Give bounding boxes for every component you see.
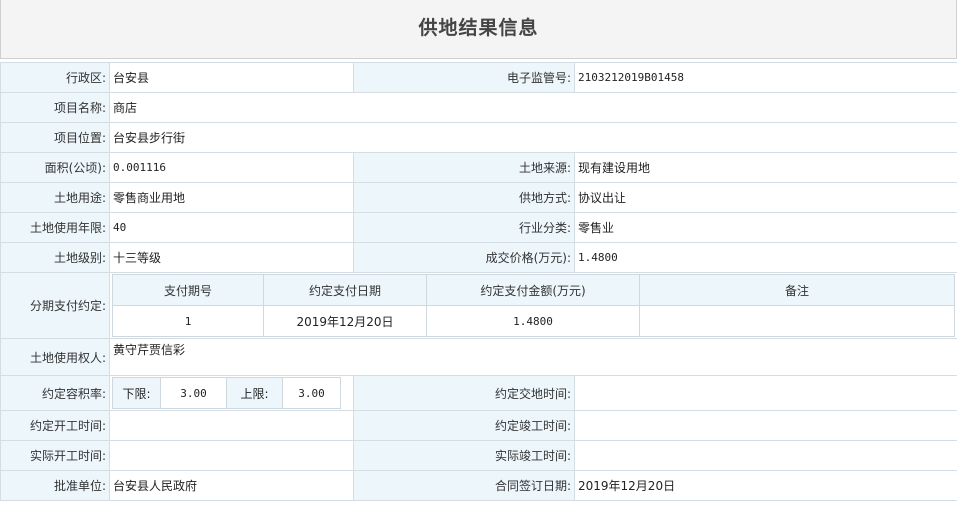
land-use-value: 零售商业用地 xyxy=(109,182,354,213)
project-location-label: 项目位置: xyxy=(0,122,110,153)
start-time-value xyxy=(109,410,354,441)
contract-date-label: 合同签订日期: xyxy=(353,470,575,501)
holder-value: 黄守芹贾信彩 xyxy=(109,338,957,376)
area-value: 0.001116 xyxy=(109,152,354,183)
supply-method-value: 协议出让 xyxy=(574,182,957,213)
holder-label: 土地使用权人: xyxy=(0,338,110,376)
installment-date: 2019年12月20日 xyxy=(263,305,427,337)
plot-ratio-upper-label: 上限: xyxy=(226,377,283,409)
price-value: 1.4800 xyxy=(574,242,957,273)
contract-date-value: 2019年12月20日 xyxy=(574,470,957,501)
actual-start-value xyxy=(109,440,354,471)
installments-label: 分期支付约定: xyxy=(0,272,110,339)
project-name-label: 项目名称: xyxy=(0,92,110,123)
installment-header-date: 约定支付日期 xyxy=(263,274,427,306)
supervision-no-label: 电子监管号: xyxy=(353,62,575,93)
installment-note xyxy=(639,305,955,337)
approval-unit-value: 台安县人民政府 xyxy=(109,470,354,501)
project-location-value: 台安县步行街 xyxy=(109,122,957,153)
price-label: 成交价格(万元): xyxy=(353,242,575,273)
supply-method-label: 供地方式: xyxy=(353,182,575,213)
land-use-label: 土地用途: xyxy=(0,182,110,213)
installment-period: 1 xyxy=(112,305,264,337)
project-name-value: 商店 xyxy=(109,92,957,123)
supervision-no-value: 2103212019B01458 xyxy=(574,62,957,93)
installments-table: 支付期号 约定支付日期 约定支付金额(万元) 备注 1 2019年12月20日 … xyxy=(112,274,955,337)
land-info-table: 行政区: 台安县 电子监管号: 2103212019B01458 项目名称: 商… xyxy=(0,62,957,501)
table-row: 1 2019年12月20日 1.4800 xyxy=(112,305,955,337)
plot-ratio-lower-value: 3.00 xyxy=(160,377,227,409)
land-supply-result-page: 供地结果信息 行政区: 台安县 电子监管号: 2103212019B01458 … xyxy=(0,0,957,527)
land-source-label: 土地来源: xyxy=(353,152,575,183)
district-value: 台安县 xyxy=(109,62,354,93)
finish-time-label: 约定竣工时间: xyxy=(353,410,575,441)
start-time-label: 约定开工时间: xyxy=(0,410,110,441)
district-label: 行政区: xyxy=(0,62,110,93)
installment-header-amount: 约定支付金额(万元) xyxy=(426,274,640,306)
plot-ratio-upper-value: 3.00 xyxy=(282,377,341,409)
title-bar: 供地结果信息 xyxy=(0,0,957,59)
installment-header-note: 备注 xyxy=(639,274,955,306)
plot-ratio-table: 下限: 3.00 上限: 3.00 xyxy=(112,377,341,409)
delivery-time-value xyxy=(574,375,957,411)
installment-header-period: 支付期号 xyxy=(112,274,264,306)
industry-label: 行业分类: xyxy=(353,212,575,243)
page-title: 供地结果信息 xyxy=(418,17,539,39)
approval-unit-label: 批准单位: xyxy=(0,470,110,501)
use-term-label: 土地使用年限: xyxy=(0,212,110,243)
plot-ratio-cell: 下限: 3.00 上限: 3.00 xyxy=(109,375,354,411)
actual-finish-value xyxy=(574,440,957,471)
finish-time-value xyxy=(574,410,957,441)
plot-ratio-label: 约定容积率: xyxy=(0,375,110,411)
installment-amount: 1.4800 xyxy=(426,305,640,337)
plot-ratio-lower-label: 下限: xyxy=(112,377,161,409)
actual-finish-label: 实际竣工时间: xyxy=(353,440,575,471)
installments-cell: 支付期号 约定支付日期 约定支付金额(万元) 备注 1 2019年12月20日 … xyxy=(109,272,957,339)
land-grade-label: 土地级别: xyxy=(0,242,110,273)
use-term-value: 40 xyxy=(109,212,354,243)
delivery-time-label: 约定交地时间: xyxy=(353,375,575,411)
industry-value: 零售业 xyxy=(574,212,957,243)
area-label: 面积(公顷): xyxy=(0,152,110,183)
land-grade-value: 十三等级 xyxy=(109,242,354,273)
actual-start-label: 实际开工时间: xyxy=(0,440,110,471)
land-source-value: 现有建设用地 xyxy=(574,152,957,183)
